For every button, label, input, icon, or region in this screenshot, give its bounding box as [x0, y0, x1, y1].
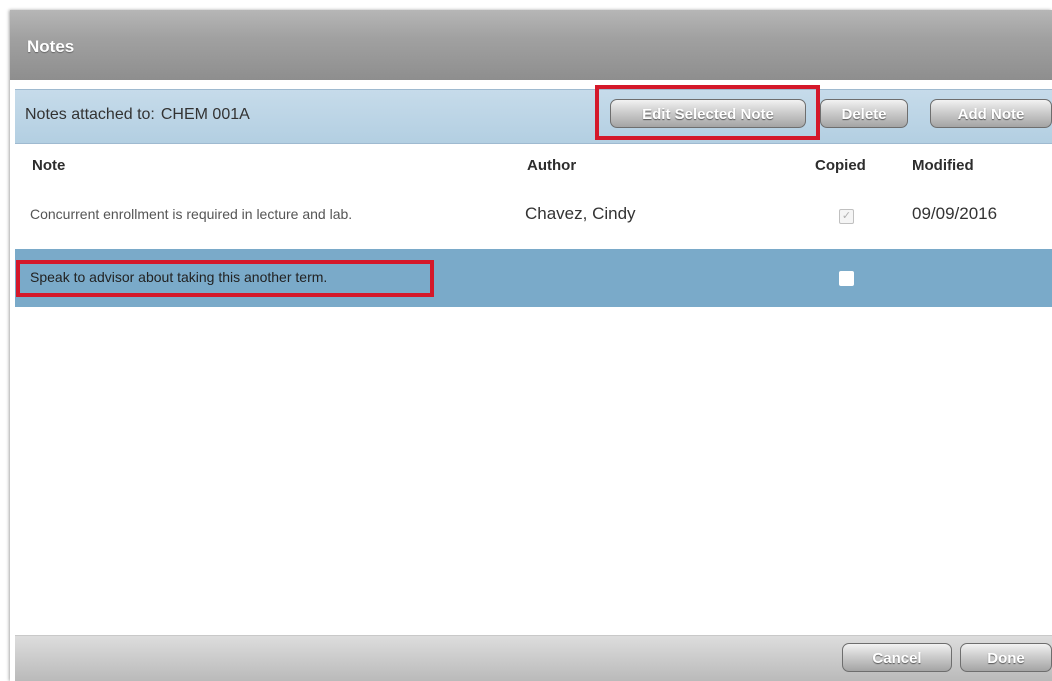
- add-note-button[interactable]: Add Note: [930, 99, 1052, 128]
- table-row-selected[interactable]: Speak to advisor about taking this anoth…: [15, 249, 1052, 307]
- column-header-author[interactable]: Author: [527, 157, 576, 174]
- copied-checkbox[interactable]: ✓: [839, 209, 854, 224]
- dialog-title: Notes: [27, 37, 75, 56]
- note-modified: 09/09/2016: [912, 204, 998, 223]
- copied-checkbox[interactable]: [839, 271, 854, 286]
- notes-grid-header: Note Author Copied Modified: [15, 144, 1052, 187]
- cancel-button[interactable]: Cancel: [842, 643, 952, 672]
- column-header-copied[interactable]: Copied: [815, 157, 866, 174]
- delete-button[interactable]: Delete: [820, 99, 908, 128]
- attached-to-label: Notes attached to: CHEM 001A: [25, 106, 250, 124]
- note-text: Speak to advisor about taking this anoth…: [30, 269, 328, 285]
- table-row[interactable]: Concurrent enrollment is required in lec…: [15, 186, 1052, 244]
- edit-selected-note-button[interactable]: Edit Selected Note: [610, 99, 806, 128]
- column-header-modified[interactable]: Modified: [912, 157, 974, 174]
- column-header-note[interactable]: Note: [32, 157, 65, 174]
- notes-dialog: Notes Notes attached to: CHEM 001A Edit S…: [10, 10, 1052, 681]
- done-button[interactable]: Done: [960, 643, 1052, 672]
- note-author: Chavez, Cindy: [525, 204, 636, 223]
- attached-to-text: Notes attached to:: [25, 106, 155, 123]
- dialog-titlebar[interactable]: Notes: [10, 10, 1052, 80]
- note-text: Concurrent enrollment is required in lec…: [30, 206, 353, 222]
- attached-course: CHEM 001A: [160, 106, 250, 123]
